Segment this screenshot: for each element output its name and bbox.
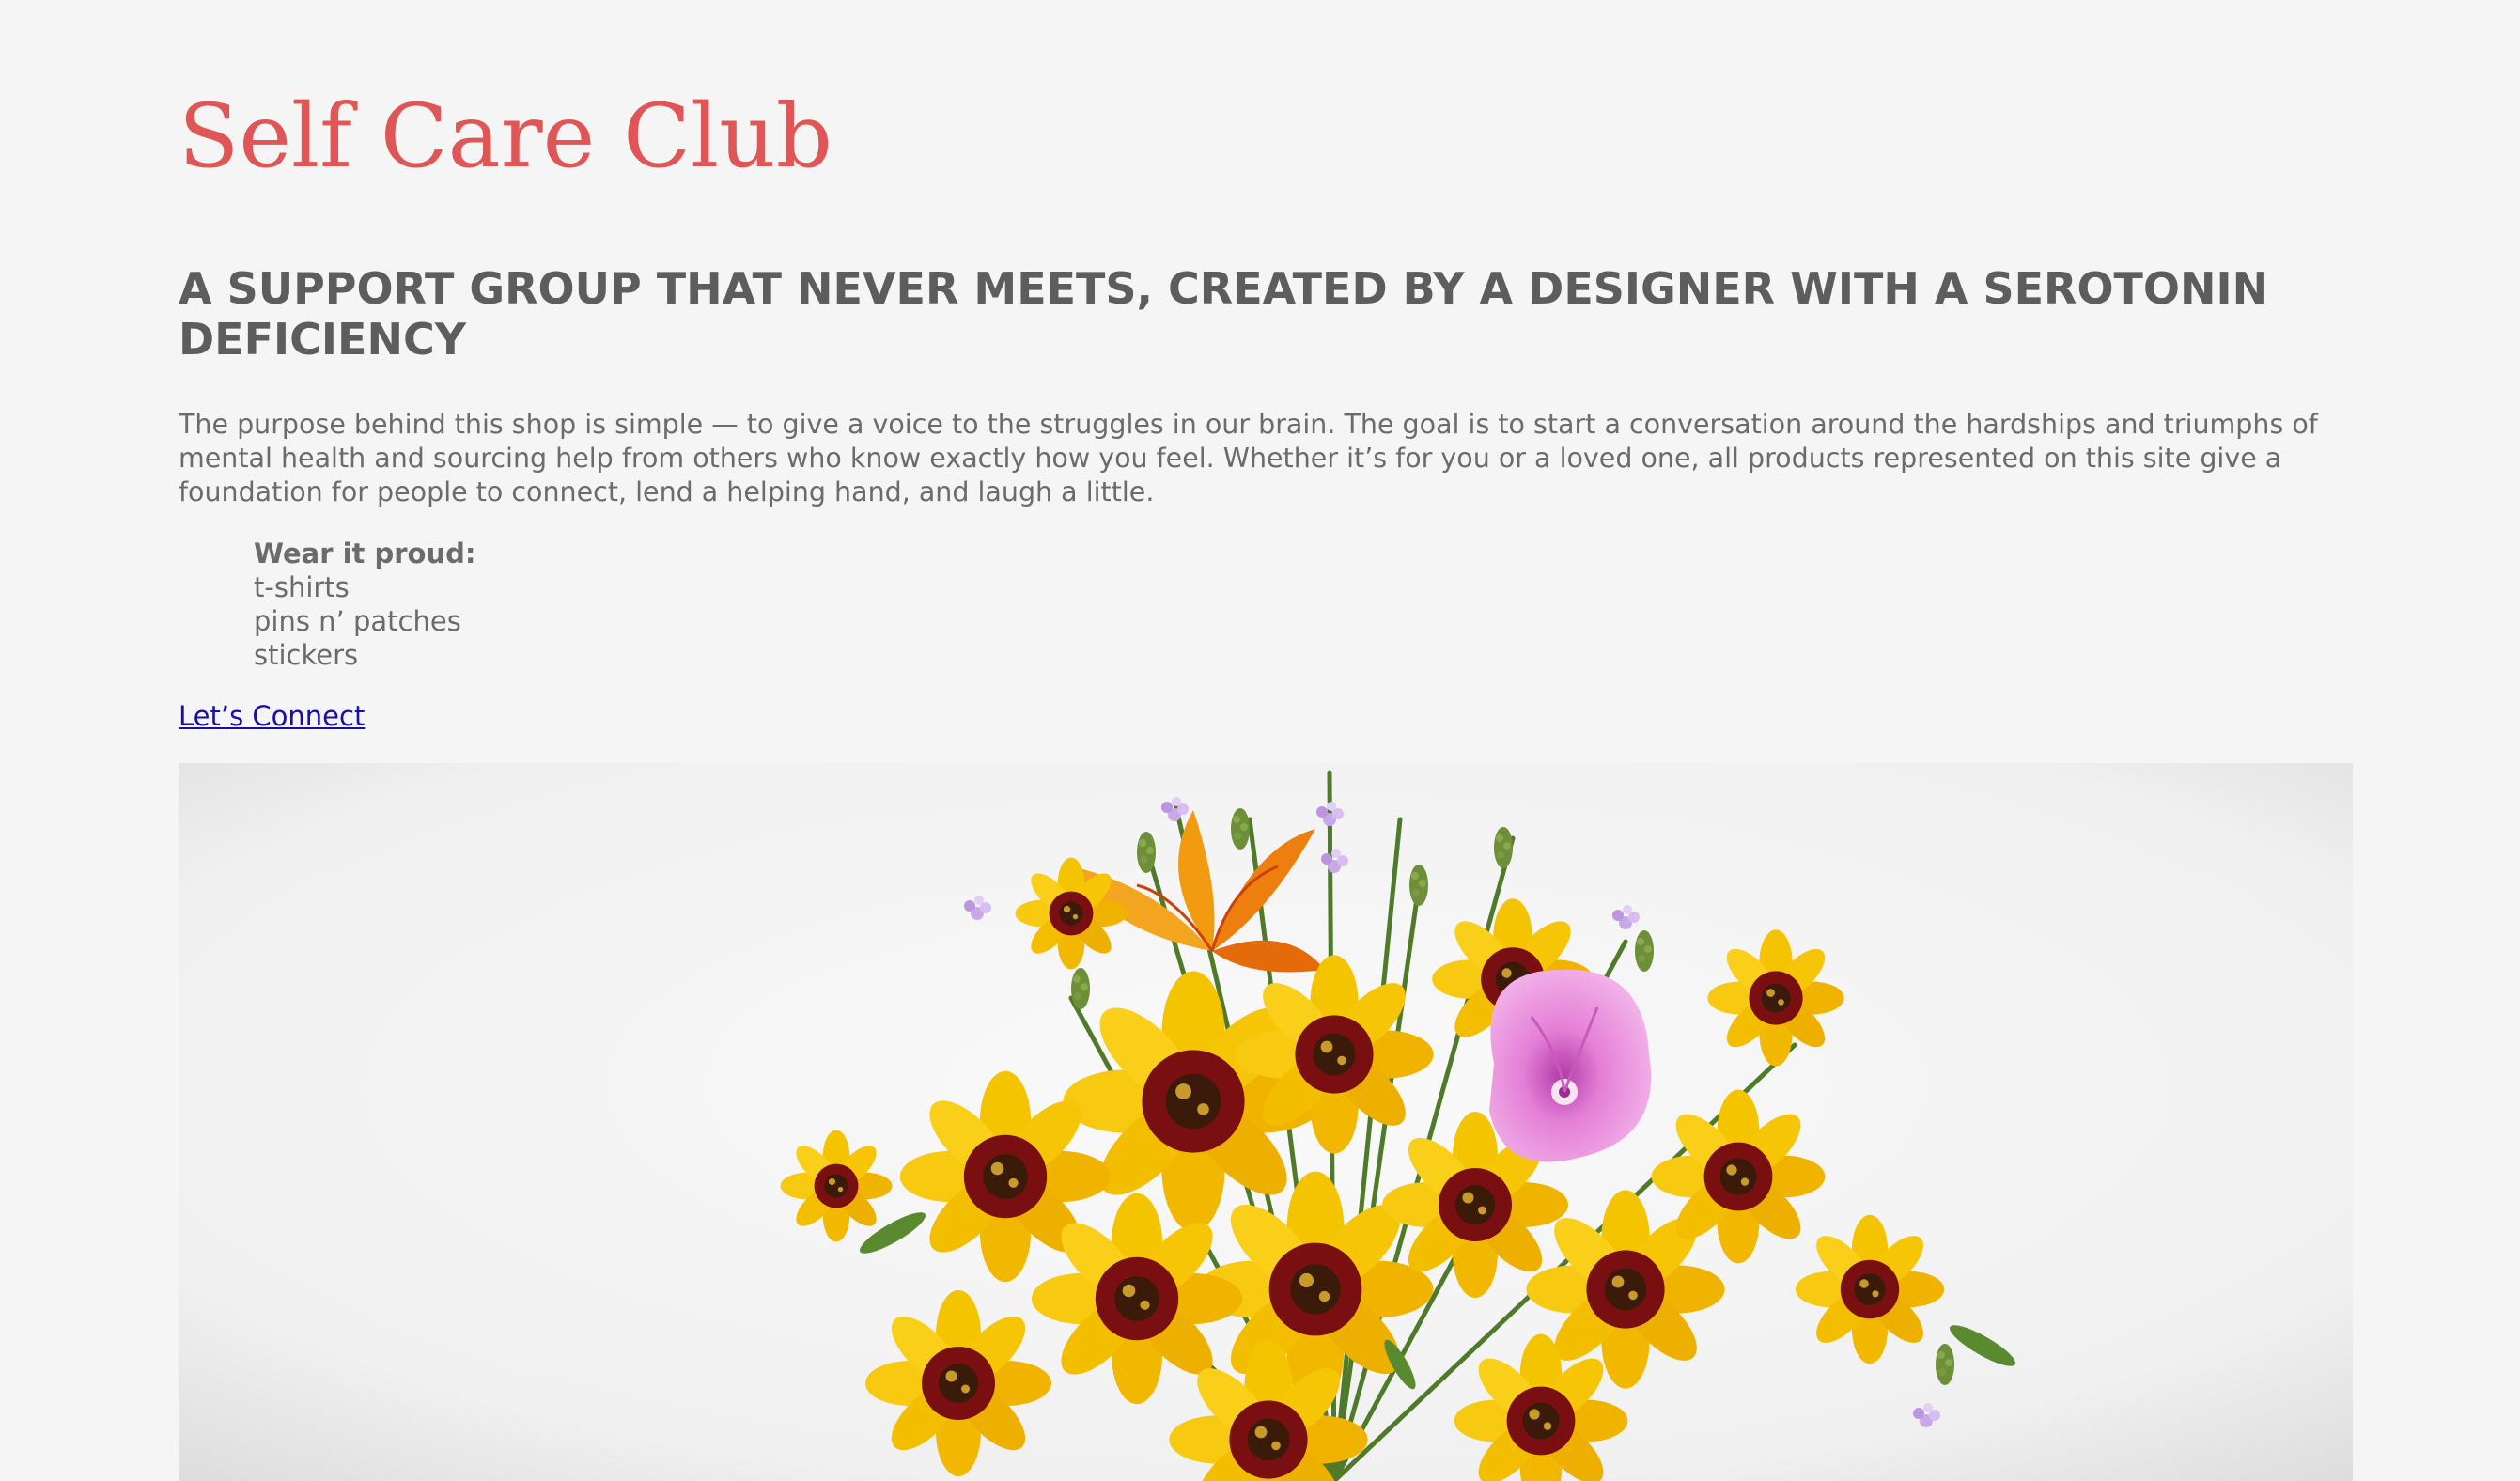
intro-paragraph: The purpose behind this shop is simple —… (179, 409, 2318, 507)
shop-category-list: Wear it proud: t-shirts pins n’ patches … (254, 537, 475, 672)
list-item-t-shirts: t-shirts (254, 571, 350, 603)
shop-list-heading: Wear it proud: (254, 538, 476, 569)
list-item-pins-patches: pins n’ patches (254, 605, 461, 637)
site-title: Self Care Club (179, 86, 832, 188)
tagline-heading: A SUPPORT GROUP THAT NEVER MEETS, CREATE… (179, 263, 2269, 365)
flower-bouquet-icon (179, 763, 2353, 1481)
lets-connect-link[interactable]: Let’s Connect (179, 699, 365, 733)
list-item-stickers: stickers (254, 639, 359, 671)
hero-image (179, 763, 2353, 1481)
